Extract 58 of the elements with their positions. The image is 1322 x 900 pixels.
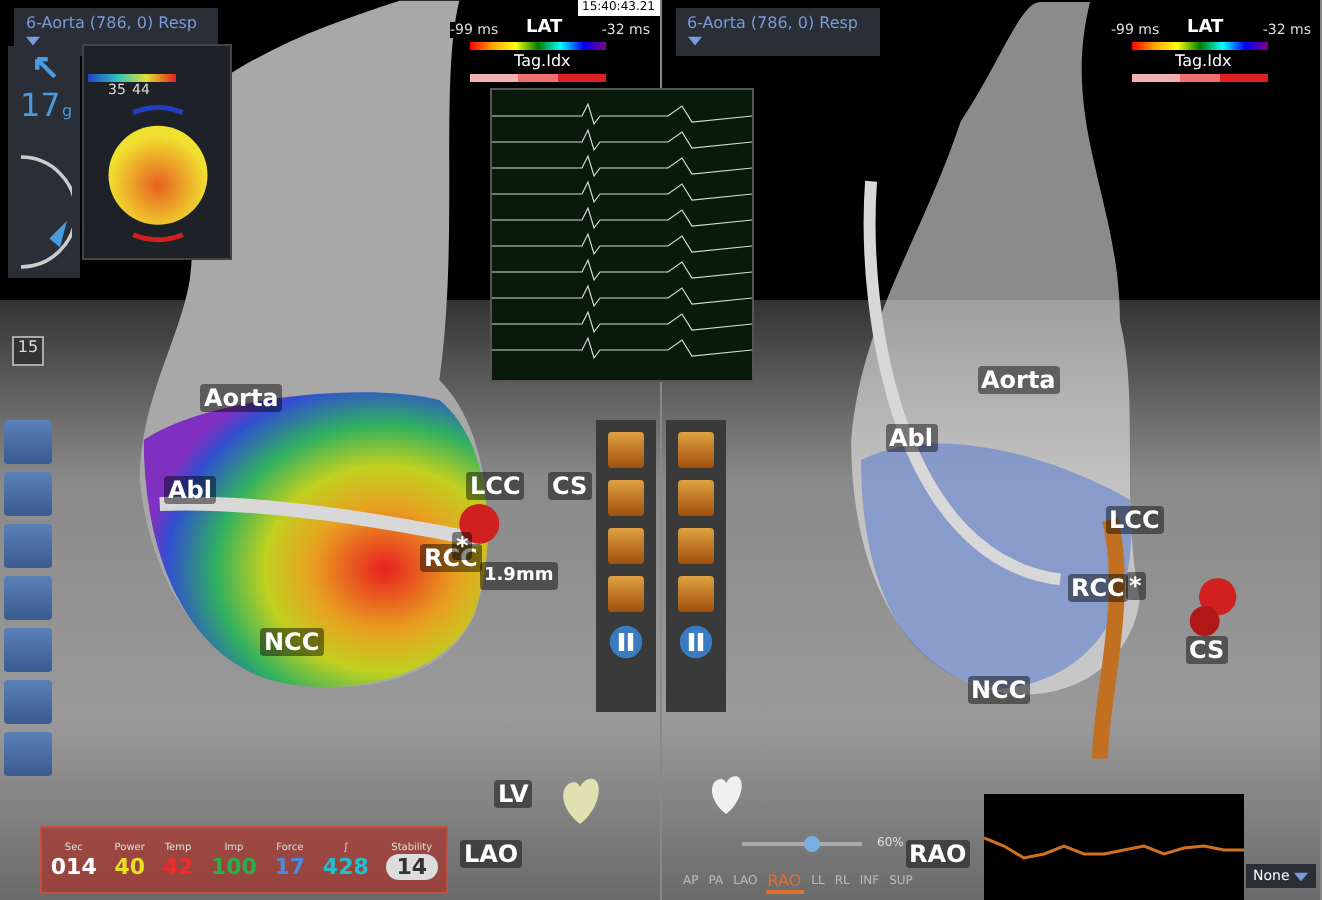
anatomy-label: Aorta: [200, 384, 283, 412]
anatomy-label: CS: [1185, 636, 1229, 664]
anatomy-label: RAO: [905, 840, 971, 868]
toolbar-button[interactable]: [678, 528, 714, 564]
lat-title: LAT: [1187, 18, 1224, 38]
anatomy-label: Abl: [164, 476, 216, 504]
lat-color-scale: [1131, 42, 1267, 50]
toolbar-button[interactable]: [678, 576, 714, 612]
anatomy-label: LCC: [466, 472, 525, 500]
caret-icon: [1294, 871, 1308, 882]
tag-index-scale: [470, 74, 606, 82]
anatomy-label: LV: [494, 780, 533, 808]
anatomy-label: LAO: [460, 840, 523, 868]
anatomy-label: NCC: [260, 628, 324, 656]
tool-button[interactable]: [4, 732, 52, 776]
electrode-spheres-drawing: [1185, 576, 1241, 640]
tag-index-label: Tag.Idx: [514, 52, 571, 70]
lat-color-scale: [470, 42, 606, 50]
tool-button[interactable]: [4, 524, 52, 568]
tool-button[interactable]: [4, 680, 52, 724]
map-dropdown[interactable]: 6-Aorta (786, 0) Resp: [675, 8, 879, 56]
range-scale: [88, 74, 176, 82]
anatomy-label: Abl: [885, 424, 937, 452]
tool-button[interactable]: [4, 576, 52, 620]
stat-value: 17: [274, 853, 306, 879]
stat-value: 100: [210, 853, 257, 879]
force-unit: g: [62, 102, 73, 120]
anatomy-label: CS: [548, 472, 592, 500]
toolbar-button[interactable]: [608, 480, 644, 516]
toolbar-button[interactable]: [608, 576, 644, 612]
view-button[interactable]: RAO: [765, 872, 804, 894]
force-value: 17: [20, 86, 61, 124]
pause-icon[interactable]: [678, 624, 714, 660]
force-dial-icon: [16, 150, 72, 274]
toolbar-button[interactable]: [608, 528, 644, 564]
caret-icon: [687, 36, 701, 47]
anatomy-label: NCC: [967, 676, 1031, 704]
counter-field[interactable]: 15: [12, 336, 44, 366]
tag-index-scale: [1131, 74, 1267, 82]
tool-button[interactable]: [4, 628, 52, 672]
anatomy-label: RCC: [1067, 574, 1129, 602]
toolbar-button[interactable]: [678, 480, 714, 516]
anatomy-label: 1.9mm: [480, 562, 558, 590]
toolbar-button[interactable]: [608, 432, 644, 468]
anatomy-label: LCC: [1105, 506, 1164, 534]
stat-value: 428: [322, 853, 369, 879]
stat-value: 40: [114, 853, 146, 879]
toolbar-button[interactable]: [678, 432, 714, 468]
stat-value: 014: [50, 853, 97, 879]
pause-icon[interactable]: [608, 624, 644, 660]
lat-title: LAT: [526, 18, 563, 38]
anatomy-label: Aorta: [977, 366, 1060, 394]
stat-value: 42: [162, 853, 194, 879]
tool-button[interactable]: [4, 472, 52, 516]
anatomy-label: *: [1125, 572, 1146, 600]
arrow-icon: [32, 54, 60, 82]
tool-button[interactable]: [4, 420, 52, 464]
tag-index-label: Tag.Idx: [1175, 52, 1232, 70]
